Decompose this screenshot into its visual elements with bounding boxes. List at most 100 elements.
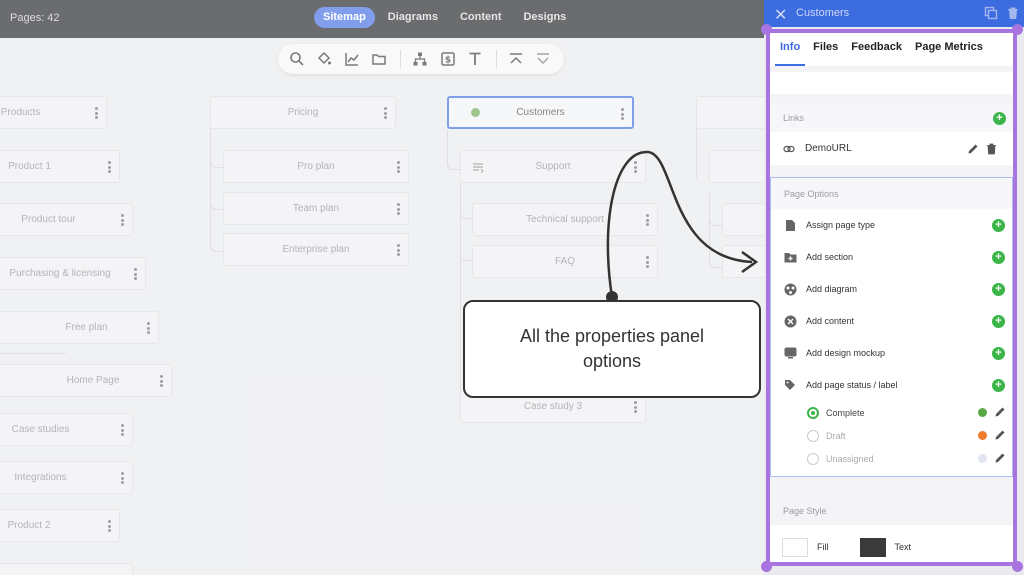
nav-designs[interactable]: Designs: [514, 7, 575, 28]
selection-handle[interactable]: [1012, 561, 1023, 572]
close-icon[interactable]: ✕: [774, 5, 787, 25]
add-icon[interactable]: +: [992, 282, 1005, 296]
sitemap-node[interactable]: [722, 245, 764, 278]
sitemap-node[interactable]: Product tour: [0, 203, 133, 236]
sitemap-node[interactable]: Technical support: [472, 203, 658, 236]
add-icon[interactable]: +: [992, 378, 1005, 392]
radio-unselected[interactable]: [807, 429, 819, 442]
sitemap-node[interactable]: Product 2: [0, 509, 120, 542]
selected-node-customers[interactable]: Customers: [447, 96, 634, 129]
option-add-page-status[interactable]: Add page status / label +: [771, 369, 1012, 401]
option-assign-page-type[interactable]: Assign page type +: [771, 209, 1012, 241]
status-draft[interactable]: Draft: [771, 424, 1012, 447]
sitemap-node[interactable]: Products: [0, 96, 107, 129]
sitemap-node[interactable]: Enterprise plan: [223, 233, 409, 266]
edit-icon[interactable]: [994, 452, 1006, 464]
add-icon[interactable]: +: [992, 314, 1005, 328]
sitemap-node[interactable]: [722, 203, 764, 236]
tab-info[interactable]: Info: [775, 33, 806, 66]
edit-icon[interactable]: [967, 143, 979, 155]
dollar-box-icon[interactable]: $: [435, 46, 461, 72]
nav-content[interactable]: Content: [451, 7, 511, 28]
tab-files[interactable]: Files: [808, 33, 843, 66]
sitemap-node[interactable]: Support: [460, 150, 646, 183]
add-icon[interactable]: +: [992, 218, 1005, 232]
link-item[interactable]: DemoURL: [770, 132, 1013, 165]
more-options-icon[interactable]: [646, 256, 649, 268]
add-icon[interactable]: +: [992, 250, 1005, 264]
sitemap-node[interactable]: Team plan: [223, 192, 409, 225]
list-icon: [471, 161, 485, 176]
more-options-icon[interactable]: [384, 107, 387, 119]
option-add-content[interactable]: Add content +: [771, 305, 1012, 337]
link-name: DemoURL: [805, 143, 852, 154]
more-options-icon[interactable]: [134, 268, 137, 280]
sitemap-node[interactable]: Purchasing & licensing: [0, 257, 146, 290]
more-options-icon[interactable]: [646, 214, 649, 226]
nav-sitemap[interactable]: Sitemap: [314, 7, 375, 28]
trash-icon[interactable]: [986, 143, 997, 155]
tab-page-metrics[interactable]: Page Metrics: [910, 33, 988, 66]
page-name-field[interactable]: [770, 72, 1013, 94]
more-options-icon[interactable]: [397, 203, 400, 215]
expand-down-icon[interactable]: [530, 46, 556, 72]
sitemap-node[interactable]: Product 1: [0, 150, 120, 183]
canvas-toolbar: $: [278, 44, 564, 74]
more-options-icon[interactable]: [121, 424, 124, 436]
trash-icon[interactable]: [1006, 6, 1020, 20]
sitemap-node[interactable]: FAQ: [472, 245, 658, 278]
more-options-icon[interactable]: [160, 375, 163, 387]
edit-icon[interactable]: [994, 406, 1006, 418]
more-options-icon[interactable]: [108, 520, 111, 532]
status-complete[interactable]: Complete: [771, 401, 1012, 424]
more-options-icon[interactable]: [397, 161, 400, 173]
more-options-icon[interactable]: [95, 107, 98, 119]
option-add-section[interactable]: Add section +: [771, 241, 1012, 273]
selection-handle[interactable]: [761, 561, 772, 572]
nav-diagrams[interactable]: Diagrams: [379, 7, 447, 28]
selection-handle[interactable]: [761, 24, 772, 35]
fill-swatch[interactable]: [782, 537, 808, 557]
more-options-icon[interactable]: [108, 161, 111, 173]
folder-icon[interactable]: [367, 46, 393, 72]
sitemap-node[interactable]: Case studies: [0, 413, 133, 446]
chart-icon[interactable]: [339, 46, 365, 72]
text-label: Text: [894, 542, 912, 552]
more-options-icon[interactable]: [147, 322, 150, 334]
sitemap-node[interactable]: [709, 150, 764, 183]
copy-icon[interactable]: [984, 6, 998, 20]
sitemap-icon[interactable]: [407, 46, 433, 72]
panel-header: ✕ Customers: [764, 0, 1024, 27]
connector: [709, 194, 723, 268]
more-options-icon[interactable]: [621, 108, 624, 120]
more-options-icon[interactable]: [397, 244, 400, 256]
sitemap-node[interactable]: Home Page: [0, 364, 172, 397]
option-add-diagram[interactable]: Add diagram +: [771, 273, 1012, 305]
search-icon[interactable]: [284, 46, 310, 72]
sitemap-node[interactable]: [0, 563, 133, 575]
text-icon[interactable]: [462, 46, 488, 72]
radio-selected[interactable]: [807, 406, 819, 419]
status-unassigned[interactable]: Unassigned: [771, 447, 1012, 470]
add-link-icon[interactable]: +: [993, 111, 1006, 125]
more-options-icon[interactable]: [121, 472, 124, 484]
paint-bucket-icon[interactable]: [312, 46, 338, 72]
sitemap-node[interactable]: Integrations: [0, 461, 133, 494]
selection-handle[interactable]: [1012, 24, 1023, 35]
svg-text:$: $: [444, 56, 450, 66]
radio-unselected[interactable]: [807, 452, 819, 465]
more-options-icon[interactable]: [121, 214, 124, 226]
edit-icon[interactable]: [994, 429, 1006, 441]
text-swatch[interactable]: [859, 537, 886, 557]
sitemap-node[interactable]: Pricing: [210, 96, 396, 129]
sitemap-node[interactable]: Pro plan: [223, 150, 409, 183]
sitemap-node[interactable]: [696, 96, 764, 129]
tab-feedback[interactable]: Feedback: [846, 33, 907, 66]
more-options-icon[interactable]: [634, 401, 637, 413]
add-icon[interactable]: +: [992, 346, 1005, 360]
option-add-design-mockup[interactable]: Add design mockup +: [771, 337, 1012, 369]
sitemap-node[interactable]: Free plan: [0, 311, 159, 344]
more-options-icon[interactable]: [634, 161, 637, 173]
links-label: Links: [783, 113, 805, 123]
collapse-up-icon[interactable]: [503, 46, 529, 72]
